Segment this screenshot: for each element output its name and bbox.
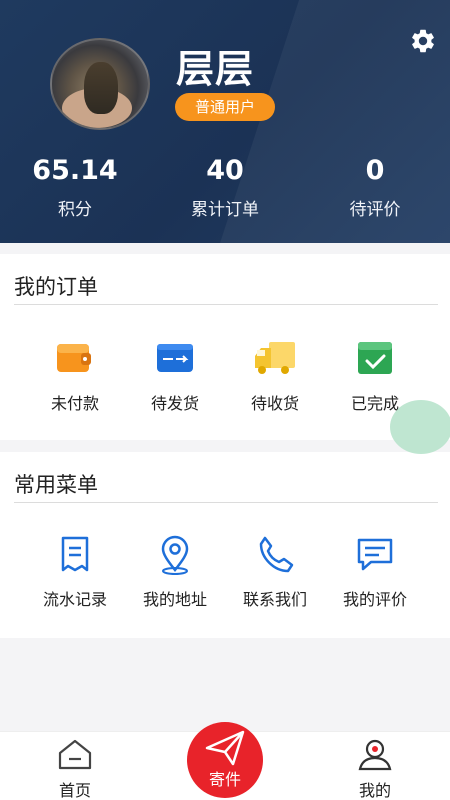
send-label: 寄件 [208, 770, 241, 789]
stat-label: 积分 [58, 200, 92, 220]
stat-value: 40 [206, 155, 244, 186]
wallet-icon [57, 344, 91, 372]
stat-points[interactable]: 65.14 积分 [0, 155, 150, 220]
order-label: 待发货 [150, 394, 199, 413]
menu-label: 联系我们 [242, 590, 307, 609]
order-to-receive[interactable]: 待收货 [225, 336, 325, 414]
menu-label: 我的评价 [342, 590, 407, 609]
order-label: 待收货 [250, 394, 299, 413]
menu-contact[interactable]: 联系我们 [225, 532, 325, 610]
truck-icon [255, 342, 295, 374]
shipping-box-icon [157, 344, 193, 372]
phone-icon [259, 536, 294, 573]
menu-reviews[interactable]: 我的评价 [325, 532, 425, 610]
nav-mine[interactable]: 我的 [325, 732, 425, 800]
nav-label: 我的 [358, 781, 391, 800]
location-pin-icon [161, 535, 189, 575]
floating-assist-button[interactable] [390, 400, 450, 454]
stat-value: 65.14 [32, 155, 118, 186]
avatar[interactable] [50, 38, 150, 130]
order-label: 未付款 [50, 394, 99, 413]
menu-label: 我的地址 [142, 590, 207, 609]
stat-label: 待评价 [349, 200, 401, 220]
gear-icon[interactable] [409, 27, 437, 55]
orders-card: 我的订单 未付款 待发货 待收货 已完成 [0, 254, 450, 440]
divider [14, 502, 438, 503]
stat-value: 0 [365, 155, 385, 186]
send-package-button[interactable]: 寄件 [187, 722, 263, 798]
stat-label: 累计订单 [191, 200, 259, 220]
user-icon [358, 739, 392, 771]
order-unpaid[interactable]: 未付款 [25, 336, 125, 414]
stat-pending-review[interactable]: 0 待评价 [300, 155, 450, 220]
paper-plane-icon [205, 730, 245, 766]
menu-label: 流水记录 [42, 590, 107, 609]
user-level-badge: 普通用户 [175, 93, 275, 121]
stat-total-orders[interactable]: 40 累计订单 [150, 155, 300, 220]
orders-title: 我的订单 [14, 275, 98, 299]
home-icon [58, 739, 92, 770]
divider [14, 304, 438, 305]
menu-title: 常用菜单 [14, 473, 98, 497]
comment-icon [357, 538, 393, 571]
menu-card: 常用菜单 流水记录 我的地址 联系我们 我的评价 [0, 452, 450, 638]
username: 层层 [176, 47, 255, 91]
menu-transactions[interactable]: 流水记录 [25, 532, 125, 610]
receipt-icon [61, 536, 89, 572]
check-box-icon [358, 342, 392, 374]
nav-home[interactable]: 首页 [25, 732, 125, 800]
profile-header: 层层 普通用户 65.14 积分 40 累计订单 0 待评价 [0, 0, 450, 243]
order-to-ship[interactable]: 待发货 [125, 336, 225, 414]
nav-label: 首页 [58, 781, 91, 800]
menu-address[interactable]: 我的地址 [125, 532, 225, 610]
